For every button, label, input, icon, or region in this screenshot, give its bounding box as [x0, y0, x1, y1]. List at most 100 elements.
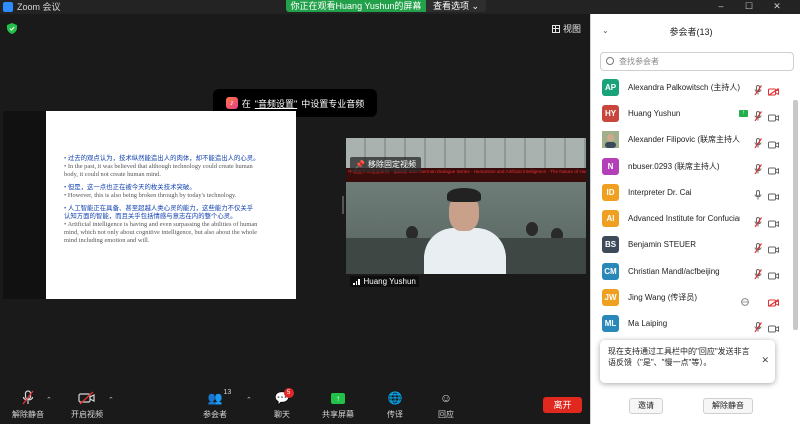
participants-panel: ⌄ 参会者(13) 查找参会者 AP Alexandra Palkowitsch …: [590, 14, 800, 424]
camera-icon[interactable]: [768, 320, 779, 333]
screen-sharing-icon: ↑: [739, 109, 748, 117]
participants-button[interactable]: 👥 13 参会者: [203, 389, 231, 420]
chat-button[interactable]: 💬 5 聊天: [274, 388, 294, 420]
participant-row[interactable]: CM Christian Mandl/acfbeijing: [591, 258, 791, 284]
participant-row[interactable]: ML Ma Laiping: [591, 311, 791, 337]
participant-row[interactable]: Nnbuser.0293 (联席主持人): [591, 153, 791, 179]
mic-muted-icon[interactable]: [754, 319, 762, 333]
participants-options-chevron-icon[interactable]: ⌃: [246, 396, 252, 404]
camera-icon[interactable]: [768, 215, 779, 228]
background-person: [526, 222, 538, 236]
unmute-label: 解除静音: [12, 410, 44, 419]
camera-off-icon: [78, 391, 95, 405]
camera-icon[interactable]: [768, 267, 779, 280]
slide-letterbox: [3, 111, 46, 299]
leave-meeting-button[interactable]: 离开: [543, 397, 582, 413]
slide-line-english: • However, this is also being broken thr…: [64, 192, 237, 199]
participant-name: Interpreter Dr. Cai: [628, 187, 692, 197]
title-bar: Zoom 会议 你正在观看Huang Yushun的屏幕 查看选项 ⌄ – ☐ …: [0, 0, 800, 14]
close-icon[interactable]: ✕: [772, 1, 782, 11]
maximize-icon[interactable]: ☐: [744, 1, 754, 11]
participant-name: Benjamin STEUER: [628, 240, 697, 250]
mic-muted-icon[interactable]: [754, 214, 762, 227]
participant-name: Jing Wang (传译员): [628, 293, 698, 303]
video-participant-name: Huang Yushun: [350, 276, 419, 287]
shared-screen-slide: • 过去的观点认为，技术纵然能造出人的肉体，却不能造出人的心灵。 • In the…: [46, 111, 296, 299]
slide-line-english: mind, which not only about cognitive int…: [64, 229, 257, 236]
invite-button[interactable]: 邀请: [629, 398, 663, 414]
mic-icon[interactable]: [754, 187, 762, 200]
participant-row[interactable]: AP Alexandra Palkowitsch (主持人): [591, 74, 791, 100]
signal-strength-icon: [353, 278, 360, 285]
participant-search-input[interactable]: 查找参会者: [600, 52, 794, 71]
camera-off-icon[interactable]: [768, 83, 779, 97]
scrollbar-thumb[interactable]: [793, 100, 798, 330]
participant-row[interactable]: BS Benjamin STEUER: [591, 232, 791, 258]
camera-off-icon[interactable]: [768, 294, 779, 307]
view-button[interactable]: 视图: [552, 22, 581, 35]
zoom-logo-icon: [3, 2, 13, 12]
mic-muted-icon[interactable]: [754, 266, 762, 280]
minimize-icon[interactable]: –: [716, 1, 726, 11]
avatar: CM: [602, 262, 619, 280]
search-icon: [606, 57, 614, 65]
audio-settings-link[interactable]: "音频设置": [255, 97, 297, 110]
reactions-button[interactable]: ☺ 回应: [438, 390, 454, 420]
participant-name: Alexandra Palkowitsch (主持人): [628, 82, 740, 92]
mic-muted-icon[interactable]: [754, 135, 762, 149]
participant-row[interactable]: AI Advanced Institute for Confucian Studi…: [591, 205, 791, 231]
participant-row[interactable]: ID Interpreter Dr. Cai: [591, 179, 791, 205]
mic-muted-icon[interactable]: [754, 161, 762, 175]
participant-name: Christian Mandl/acfbeijing: [628, 266, 720, 276]
unmute-button[interactable]: 解除静音: [12, 390, 44, 420]
participants-panel-title: 参会者(13): [669, 27, 713, 37]
slide-line-english: • In the past, it was believed that alth…: [64, 163, 253, 170]
participant-name: nbuser.0293 (联席主持人): [628, 161, 720, 171]
globe-icon: 🌐: [387, 391, 403, 405]
participant-list-scrollbar[interactable]: [793, 74, 798, 364]
start-video-button[interactable]: 开启视频: [71, 390, 103, 420]
split-divider-handle[interactable]: [342, 196, 344, 214]
interpretation-button[interactable]: 🌐 传译: [387, 390, 403, 420]
camera-icon[interactable]: [768, 109, 779, 122]
slide-line-chinese: 认知方面的智能，而且关乎包括情感与意志在内的整个心灵。: [64, 213, 237, 220]
unpin-video-button[interactable]: 📌 移除固定视频: [350, 157, 421, 172]
camera-icon[interactable]: [768, 162, 779, 175]
close-tip-icon[interactable]: ✕: [761, 355, 769, 366]
mic-muted-icon[interactable]: [754, 108, 762, 122]
video-options-chevron-icon[interactable]: ⌃: [108, 396, 114, 404]
slide-line-english: • Artificial intelligence is having and …: [64, 221, 258, 228]
participants-label: 参会者: [203, 410, 227, 419]
camera-icon[interactable]: [768, 136, 779, 149]
participant-name: Advanced Institute for Confucian Studies: [628, 214, 740, 224]
participant-row[interactable]: HY Huang Yushun ↑: [591, 100, 791, 126]
camera-icon[interactable]: [768, 241, 779, 254]
security-shield-icon[interactable]: [7, 23, 17, 34]
participant-name: Alexander Filipovic (联席主持人): [628, 135, 740, 145]
chat-unread-badge: 5: [283, 388, 294, 398]
audio-options-chevron-icon[interactable]: ⌃: [46, 396, 52, 404]
music-note-icon: ♪: [225, 97, 238, 109]
interpretation-globe-icon[interactable]: [741, 293, 749, 306]
mic-muted-icon[interactable]: [754, 82, 762, 96]
avatar: JW: [602, 289, 619, 307]
unmute-self-button[interactable]: 解除静音: [703, 398, 753, 414]
camera-icon[interactable]: [768, 188, 779, 201]
reactions-tip-toast: 现在支持通过工具栏中的"回应"发送非言语反馈（"是"、"慢一点"等）。 ✕: [600, 340, 775, 383]
share-screen-icon: ↑: [331, 392, 345, 404]
view-options-button[interactable]: 查看选项 ⌄: [426, 0, 486, 12]
avatar: AI: [602, 210, 619, 228]
speaker-hair: [447, 188, 481, 202]
share-screen-label: 共享屏幕: [322, 410, 354, 419]
reactions-tip-text: 现在支持通过工具栏中的"回应"发送非言语反馈（"是"、"慢一点"等）。: [608, 347, 750, 367]
avatar: ML: [602, 315, 619, 333]
mic-muted-icon[interactable]: [754, 240, 762, 254]
interpretation-label: 传译: [387, 410, 403, 419]
avatar: N: [602, 157, 619, 175]
participant-row[interactable]: Alexander Filipovic (联席主持人): [591, 127, 791, 153]
sharing-banner: 你正在观看Huang Yushun的屏幕: [286, 0, 426, 12]
avatar: AP: [602, 78, 619, 96]
share-screen-button[interactable]: ↑ 共享屏幕: [322, 390, 354, 420]
participant-row[interactable]: JW Jing Wang (传译员): [591, 284, 791, 310]
reactions-label: 回应: [438, 410, 454, 419]
